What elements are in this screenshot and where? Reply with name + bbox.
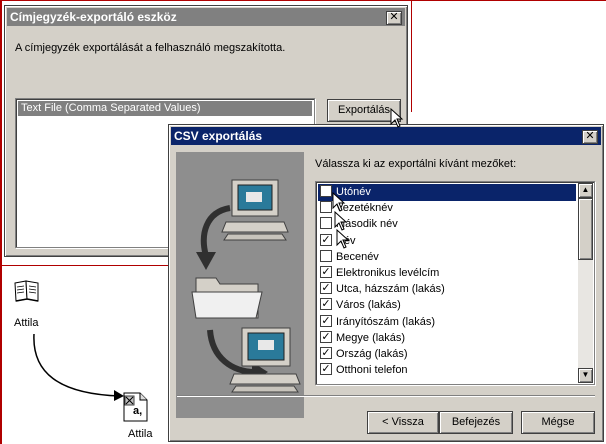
field-row[interactable]: ✓ Utca, házszám (lakás)	[320, 281, 445, 298]
finish-button[interactable]: Befejezés	[439, 411, 513, 434]
finish-button-label: Befejezés	[451, 416, 501, 428]
cancel-button[interactable]: Mégse	[521, 411, 595, 434]
field-label: Utca, házszám (lakás)	[336, 283, 445, 296]
field-row[interactable]: ✓ Megye (lakás)	[320, 330, 405, 347]
field-checkbox[interactable]: ✓	[320, 282, 332, 295]
export-button-label: Exportálás	[338, 104, 390, 116]
field-label: Ország (lakás)	[336, 348, 408, 360]
address-book-icon[interactable]	[14, 279, 40, 303]
back-button[interactable]: < Vissza	[367, 411, 439, 434]
field-list[interactable]: Utónév Vezetéknév Második név ✓ Név Becenév ✓ E…	[315, 181, 595, 385]
field-row[interactable]: ✓ Város (lakás)	[320, 297, 401, 314]
field-row[interactable]: ✓ Ország (lakás)	[320, 346, 408, 363]
back-window-title: Címjegyzék-exportáló eszköz	[10, 10, 177, 24]
field-label: Város (lakás)	[336, 299, 401, 312]
back-window-close-button[interactable]: ✕	[386, 11, 402, 25]
csv-file-label: Attila	[128, 428, 153, 440]
field-label: Elektronikus levélcím	[336, 267, 440, 279]
csv-file-badge: a,	[133, 405, 143, 417]
field-checkbox[interactable]	[320, 201, 332, 214]
csv-dialog-titlebar: CSV exportálás ✕	[171, 127, 601, 145]
scroll-down-button[interactable]: ▼	[578, 368, 593, 383]
csv-dialog-instruction: Válassza ki az exportálni kívánt mezőket…	[315, 158, 517, 170]
cursor-trail-icon	[332, 192, 350, 249]
address-book-label: Attila	[14, 317, 39, 329]
vertical-divider	[411, 0, 412, 112]
field-row[interactable]: Vezetéknév	[320, 200, 393, 217]
field-checkbox[interactable]: ✓	[320, 363, 332, 376]
field-label: Otthoni telefon	[336, 364, 408, 377]
csv-dialog-title: CSV exportálás	[174, 129, 263, 143]
field-row[interactable]: ✓ Otthoni telefon	[320, 362, 408, 379]
cancel-button-label: Mégse	[541, 416, 575, 428]
field-checkbox[interactable]: ✓	[320, 330, 332, 343]
scroll-thumb[interactable]	[578, 198, 593, 260]
back-window-message: A címjegyzék exportálását a felhasználó …	[15, 42, 286, 54]
field-label: Irányítószám (lakás)	[336, 315, 436, 328]
mouse-pointer-icon	[390, 108, 404, 128]
csv-file-icon[interactable]: a,	[122, 392, 150, 422]
export-format-item[interactable]: Text File (Comma Separated Values)	[18, 101, 312, 116]
field-label: Megye (lakás)	[336, 331, 406, 344]
field-row[interactable]: Utónév	[318, 184, 576, 201]
wizard-illustration	[176, 152, 304, 418]
field-checkbox[interactable]: ✓	[320, 233, 332, 246]
horizontal-divider	[0, 265, 170, 266]
field-checkbox[interactable]: ✓	[320, 266, 332, 279]
field-checkbox[interactable]	[320, 249, 332, 262]
field-checkbox[interactable]	[320, 217, 332, 230]
csv-export-dialog: CSV exportálás ✕ Válassza ki az exportál…	[168, 124, 604, 442]
csv-dialog-close-button[interactable]: ✕	[582, 130, 598, 144]
back-window-titlebar: Címjegyzék-exportáló eszköz ✕	[7, 8, 405, 26]
button-separator	[177, 395, 595, 397]
field-checkbox[interactable]	[320, 185, 332, 198]
back-button-label: < Vissza	[382, 416, 424, 428]
field-checkbox[interactable]: ✓	[320, 298, 332, 311]
field-list-scrollbar[interactable]: ▲ ▼	[578, 183, 593, 383]
field-checkbox[interactable]: ✓	[320, 347, 332, 360]
scroll-up-button[interactable]: ▲	[578, 183, 593, 198]
field-row[interactable]: ✓ Elektronikus levélcím	[320, 265, 439, 282]
field-row[interactable]: ✓ Irányítószám (lakás)	[320, 314, 435, 331]
field-checkbox[interactable]: ✓	[320, 314, 332, 327]
